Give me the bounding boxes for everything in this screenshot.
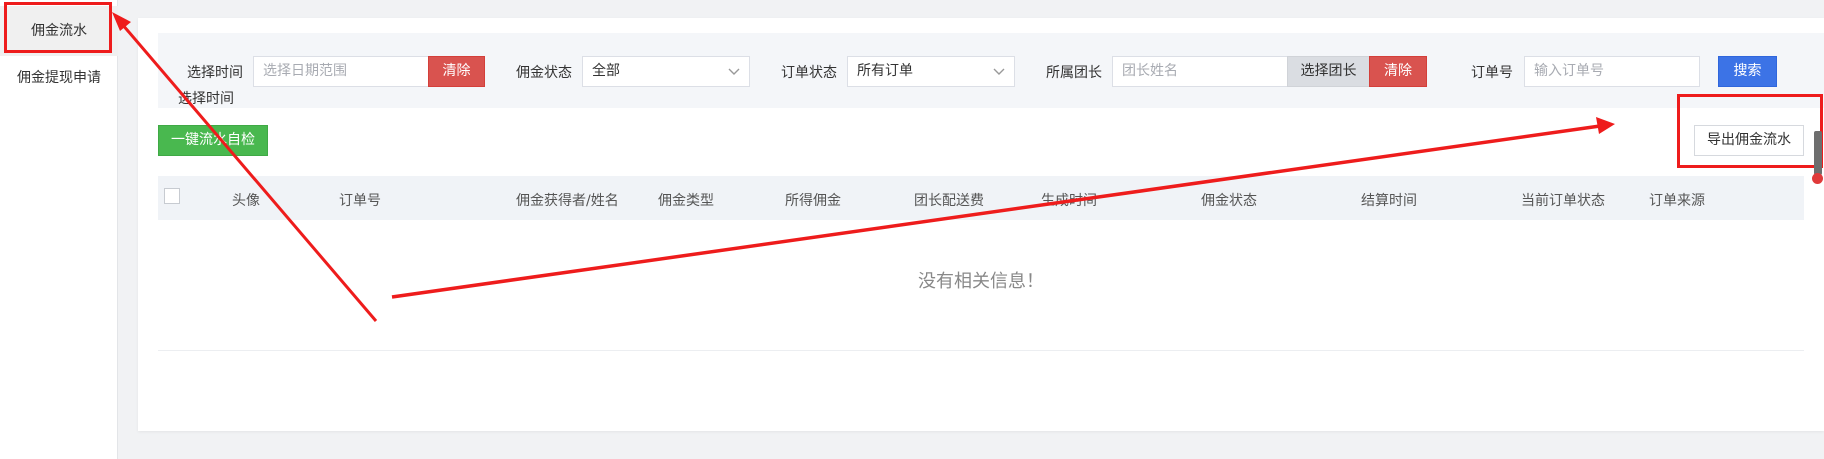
table-bottom-divider (158, 350, 1804, 351)
order-number-label: 订单号 (1471, 65, 1513, 81)
column-header: 佣金获得者/姓名 (516, 193, 619, 209)
column-header: 团长配送费 (914, 193, 984, 209)
time-clear-button[interactable]: 清除 (428, 56, 485, 87)
order-status-label: 订单状态 (781, 65, 837, 81)
chevron-down-icon (727, 57, 741, 86)
commission-status-select[interactable]: 全部 (582, 56, 750, 87)
column-header: 所得佣金 (785, 193, 841, 209)
sidebar-item-commission-flow[interactable]: 佣金流水 (0, 6, 118, 56)
sidebar: 佣金流水 佣金提现申请 (0, 0, 118, 459)
empty-message: 没有相关信息！ (918, 271, 1044, 292)
column-header: 订单来源 (1649, 193, 1705, 209)
date-range-input[interactable]: 选择日期范围 (253, 56, 429, 87)
commission-status-value: 全部 (592, 63, 620, 79)
chevron-down-icon (992, 57, 1006, 86)
column-header: 生成时间 (1041, 193, 1097, 209)
time-label: 选择时间 (178, 91, 234, 107)
select-team-leader-button[interactable]: 选择团长 (1287, 56, 1370, 87)
column-header: 结算时间 (1361, 193, 1417, 209)
sidebar-item-commission-withdrawal[interactable]: 佣金提现申请 (0, 53, 118, 103)
column-header: 头像 (232, 193, 260, 209)
commission-status-label: 佣金状态 (516, 65, 572, 81)
self-check-button[interactable]: 一键流水自检 (158, 125, 268, 156)
export-commission-button[interactable]: 导出佣金流水 (1694, 125, 1804, 156)
time-label: 选择时间 (187, 65, 243, 81)
scrollbar-thumb[interactable] (1814, 131, 1822, 175)
team-leader-label: 所属团长 (1046, 65, 1102, 81)
order-status-select[interactable]: 所有订单 (847, 56, 1015, 87)
order-number-input[interactable]: 输入订单号 (1524, 56, 1700, 87)
team-leader-input[interactable]: 团长姓名 (1112, 56, 1288, 87)
column-header: 订单号 (339, 193, 381, 209)
scrollbar-marker (1812, 173, 1823, 184)
column-header: 佣金类型 (658, 193, 714, 209)
column-header: 当前订单状态 (1521, 193, 1605, 209)
order-status-value: 所有订单 (857, 63, 913, 79)
column-header: 佣金状态 (1201, 193, 1257, 209)
team-clear-button[interactable]: 清除 (1369, 56, 1427, 87)
search-button[interactable]: 搜索 (1718, 56, 1777, 87)
select-all-checkbox[interactable] (164, 188, 180, 204)
